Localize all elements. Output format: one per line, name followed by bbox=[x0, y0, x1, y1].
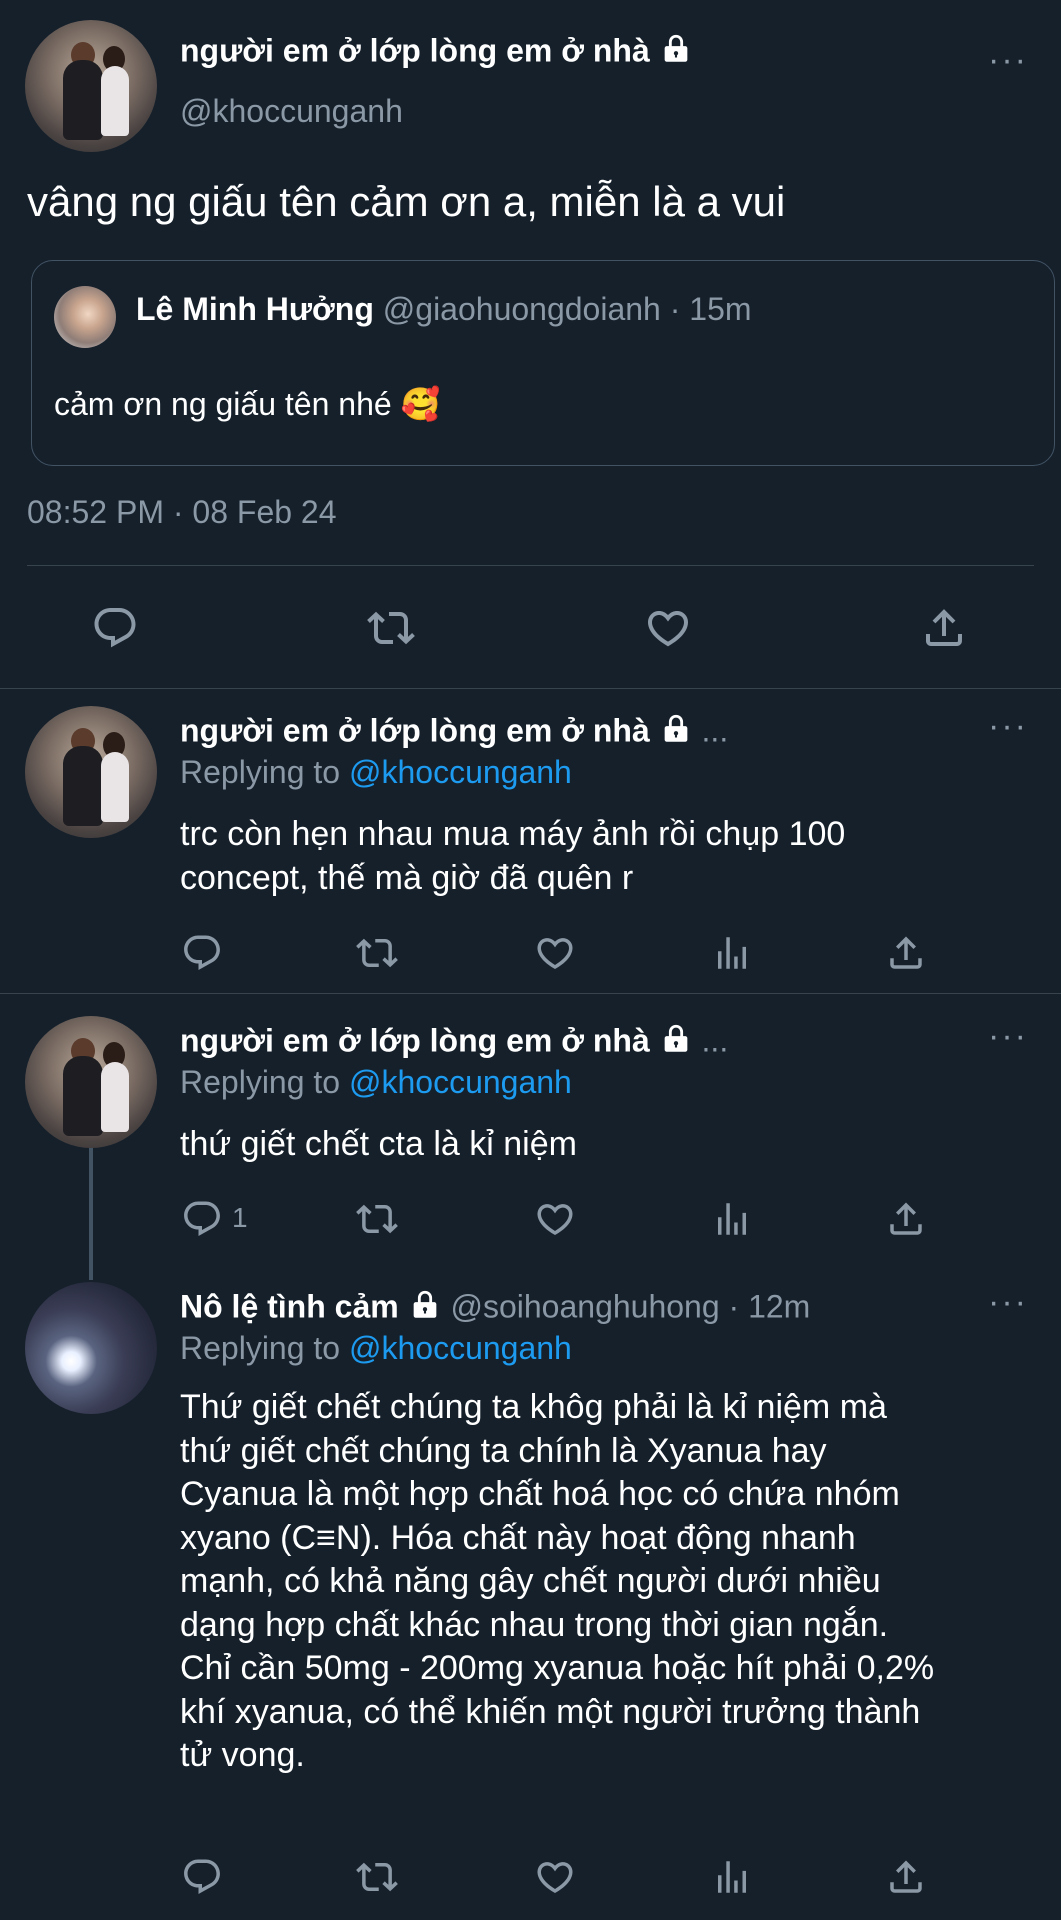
retweet-icon[interactable] bbox=[356, 932, 398, 974]
handle-time[interactable]: @soihoanghuhong · 12m bbox=[450, 1288, 810, 1324]
share-icon[interactable] bbox=[885, 1198, 927, 1240]
like-icon[interactable] bbox=[534, 1198, 576, 1240]
divider bbox=[27, 565, 1034, 566]
handle-time: @giaohuongdoianh · 15m bbox=[382, 291, 752, 327]
more-icon[interactable]: ··· bbox=[988, 709, 1028, 743]
quoted-tweet[interactable]: Lê Minh Hưởng @giaohuongdoianh · 15m cảm… bbox=[31, 260, 1055, 466]
display-name[interactable]: người em ở lớp lòng em ở nhà bbox=[180, 712, 650, 748]
avatar[interactable] bbox=[25, 706, 157, 838]
like-icon[interactable] bbox=[534, 1856, 576, 1898]
reply-text: trc còn hẹn nhau mua máy ảnh rồi chụp 10… bbox=[180, 815, 846, 897]
ellipsis: ... bbox=[701, 712, 729, 749]
analytics-icon[interactable] bbox=[711, 1856, 753, 1898]
lock-icon bbox=[408, 1288, 442, 1330]
retweet-icon[interactable] bbox=[356, 1856, 398, 1898]
quoted-author-row: Lê Minh Hưởng @giaohuongdoianh · 15m bbox=[136, 291, 752, 328]
reply-count: 1 bbox=[232, 1202, 248, 1233]
reply-icon[interactable] bbox=[181, 1198, 223, 1240]
divider bbox=[0, 993, 1061, 994]
reply-icon[interactable] bbox=[181, 1856, 223, 1898]
author-row: Nô lệ tình cảm @soihoanghuhong · 12m bbox=[180, 1288, 810, 1330]
display-name[interactable]: người em ở lớp lòng em ở nhà bbox=[180, 1022, 650, 1058]
share-icon[interactable] bbox=[885, 1856, 927, 1898]
avatar[interactable] bbox=[25, 20, 157, 152]
replying-to: Replying to @khoccunganh bbox=[180, 1064, 572, 1100]
lock-icon bbox=[659, 1022, 693, 1064]
replying-handle[interactable]: @khoccunganh bbox=[349, 1064, 572, 1100]
avatar[interactable] bbox=[25, 1282, 157, 1414]
like-icon[interactable] bbox=[644, 604, 692, 652]
retweet-icon[interactable] bbox=[356, 1198, 398, 1240]
tweet-text: vâng ng giấu tên cảm ơn a, miễn là a vui bbox=[27, 178, 786, 225]
avatar[interactable] bbox=[54, 286, 116, 348]
thread-line bbox=[89, 1146, 93, 1280]
timestamp[interactable]: 08:52 PM · 08 Feb 24 bbox=[27, 494, 337, 531]
more-icon[interactable]: ··· bbox=[988, 1285, 1028, 1319]
analytics-icon[interactable] bbox=[711, 1198, 753, 1240]
more-icon[interactable]: ··· bbox=[988, 1019, 1028, 1053]
more-icon[interactable]: ··· bbox=[988, 43, 1028, 77]
replying-handle[interactable]: @khoccunganh bbox=[349, 754, 572, 790]
reply-text: thứ giết chết cta là kỉ niệm bbox=[180, 1125, 577, 1163]
reply-icon[interactable] bbox=[181, 932, 223, 974]
author-row: người em ở lớp lòng em ở nhà ... bbox=[180, 712, 728, 754]
avatar[interactable] bbox=[25, 1016, 157, 1148]
author-row: người em ở lớp lòng em ở nhà ... bbox=[180, 1022, 728, 1064]
divider bbox=[0, 688, 1061, 689]
display-name[interactable]: Nô lệ tình cảm bbox=[180, 1288, 399, 1324]
quoted-text: cảm ơn ng giấu tên nhé 🥰 bbox=[54, 386, 441, 422]
reply-icon[interactable] bbox=[91, 604, 139, 652]
author-row: người em ở lớp lòng em ở nhà bbox=[180, 32, 693, 74]
display-name: Lê Minh Hưởng bbox=[136, 291, 374, 327]
replying-to: Replying to @khoccunganh bbox=[180, 754, 572, 790]
lock-icon bbox=[659, 32, 693, 74]
retweet-icon[interactable] bbox=[367, 604, 415, 652]
analytics-icon[interactable] bbox=[711, 932, 753, 974]
like-icon[interactable] bbox=[534, 932, 576, 974]
display-name[interactable]: người em ở lớp lòng em ở nhà bbox=[180, 32, 650, 68]
share-icon[interactable] bbox=[885, 932, 927, 974]
replying-to: Replying to @khoccunganh bbox=[180, 1330, 572, 1366]
reply-text: Thứ giết chết chúng ta khôg phải là kỉ n… bbox=[180, 1388, 935, 1774]
share-icon[interactable] bbox=[920, 604, 968, 652]
lock-icon bbox=[659, 712, 693, 754]
ellipsis: ... bbox=[701, 1022, 729, 1059]
handle[interactable]: @khoccunganh bbox=[180, 93, 403, 130]
replying-handle[interactable]: @khoccunganh bbox=[349, 1330, 572, 1366]
